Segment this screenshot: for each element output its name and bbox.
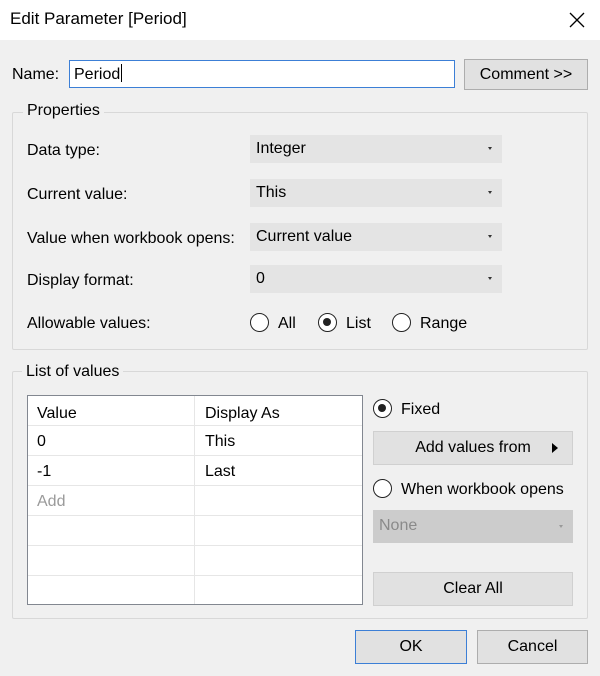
- column-header-value: Value: [37, 405, 77, 422]
- radio-range-label: Range: [420, 315, 468, 332]
- clear-all-button[interactable]: Clear All: [373, 572, 573, 606]
- table-row-empty: [28, 576, 362, 606]
- comment-button[interactable]: Comment >>: [464, 59, 588, 90]
- radio-fixed[interactable]: [373, 399, 392, 418]
- properties-title: Properties: [23, 102, 104, 120]
- chevron-down-icon: [488, 191, 492, 194]
- current-value-dropdown[interactable]: This: [250, 179, 502, 207]
- open-value-label: Value when workbook opens:: [27, 230, 235, 247]
- name-input[interactable]: Period: [69, 60, 455, 88]
- chevron-right-icon: [552, 443, 558, 453]
- data-type-value: Integer: [256, 140, 306, 157]
- table-row-empty: [28, 546, 362, 576]
- when-opens-dropdown: None: [373, 510, 573, 543]
- display-format-dropdown[interactable]: 0: [250, 265, 502, 293]
- table-row-add[interactable]: Add: [28, 486, 362, 516]
- display-format-label: Display format:: [27, 272, 134, 289]
- current-value-label: Current value:: [27, 186, 128, 203]
- cancel-button[interactable]: Cancel: [477, 630, 588, 664]
- title-bar: Edit Parameter [Period]: [0, 0, 600, 40]
- radio-fixed-label: Fixed: [401, 401, 441, 418]
- when-opens-value: None: [379, 517, 418, 534]
- add-values-from-button[interactable]: Add values from: [373, 431, 573, 465]
- add-values-from-label: Add values from: [415, 439, 531, 456]
- chevron-down-icon: [559, 525, 563, 528]
- open-value-value: Current value: [256, 228, 353, 245]
- radio-range[interactable]: [392, 313, 411, 332]
- add-value-placeholder[interactable]: Add: [37, 493, 65, 511]
- row-display[interactable]: Last: [205, 463, 235, 481]
- radio-all[interactable]: [250, 313, 269, 332]
- window-title: Edit Parameter [Period]: [10, 9, 187, 28]
- list-of-values-title: List of values: [22, 363, 124, 381]
- radio-list-label: List: [346, 315, 371, 332]
- table-row[interactable]: -1 Last: [28, 456, 362, 486]
- table-row-empty: [28, 516, 362, 546]
- allowable-values-label: Allowable values:: [27, 315, 151, 332]
- table-row[interactable]: 0 This: [28, 426, 362, 456]
- data-type-dropdown[interactable]: Integer: [250, 135, 502, 163]
- ok-button[interactable]: OK: [355, 630, 467, 664]
- radio-when-opens[interactable]: [373, 479, 392, 498]
- open-value-dropdown[interactable]: Current value: [250, 223, 502, 251]
- display-format-value: 0: [256, 270, 265, 287]
- row-value[interactable]: 0: [37, 433, 46, 451]
- close-button[interactable]: [554, 0, 600, 40]
- radio-when-opens-label: When workbook opens: [401, 481, 564, 498]
- chevron-down-icon: [488, 277, 492, 280]
- values-table[interactable]: Value Display As 0 This -1 Last Add: [27, 395, 363, 605]
- row-value[interactable]: -1: [37, 463, 51, 481]
- radio-all-label: All: [278, 315, 296, 332]
- table-header-row: Value Display As: [28, 396, 362, 426]
- name-label: Name:: [12, 66, 60, 83]
- current-value-value: This: [256, 184, 287, 201]
- radio-list[interactable]: [318, 313, 337, 332]
- chevron-down-icon: [488, 147, 492, 150]
- text-caret: [121, 64, 123, 82]
- data-type-label: Data type:: [27, 142, 100, 159]
- chevron-down-icon: [488, 235, 492, 238]
- column-header-display: Display As: [205, 405, 280, 422]
- row-display[interactable]: This: [205, 433, 235, 451]
- name-input-value: Period: [74, 66, 121, 83]
- close-icon: [569, 12, 585, 28]
